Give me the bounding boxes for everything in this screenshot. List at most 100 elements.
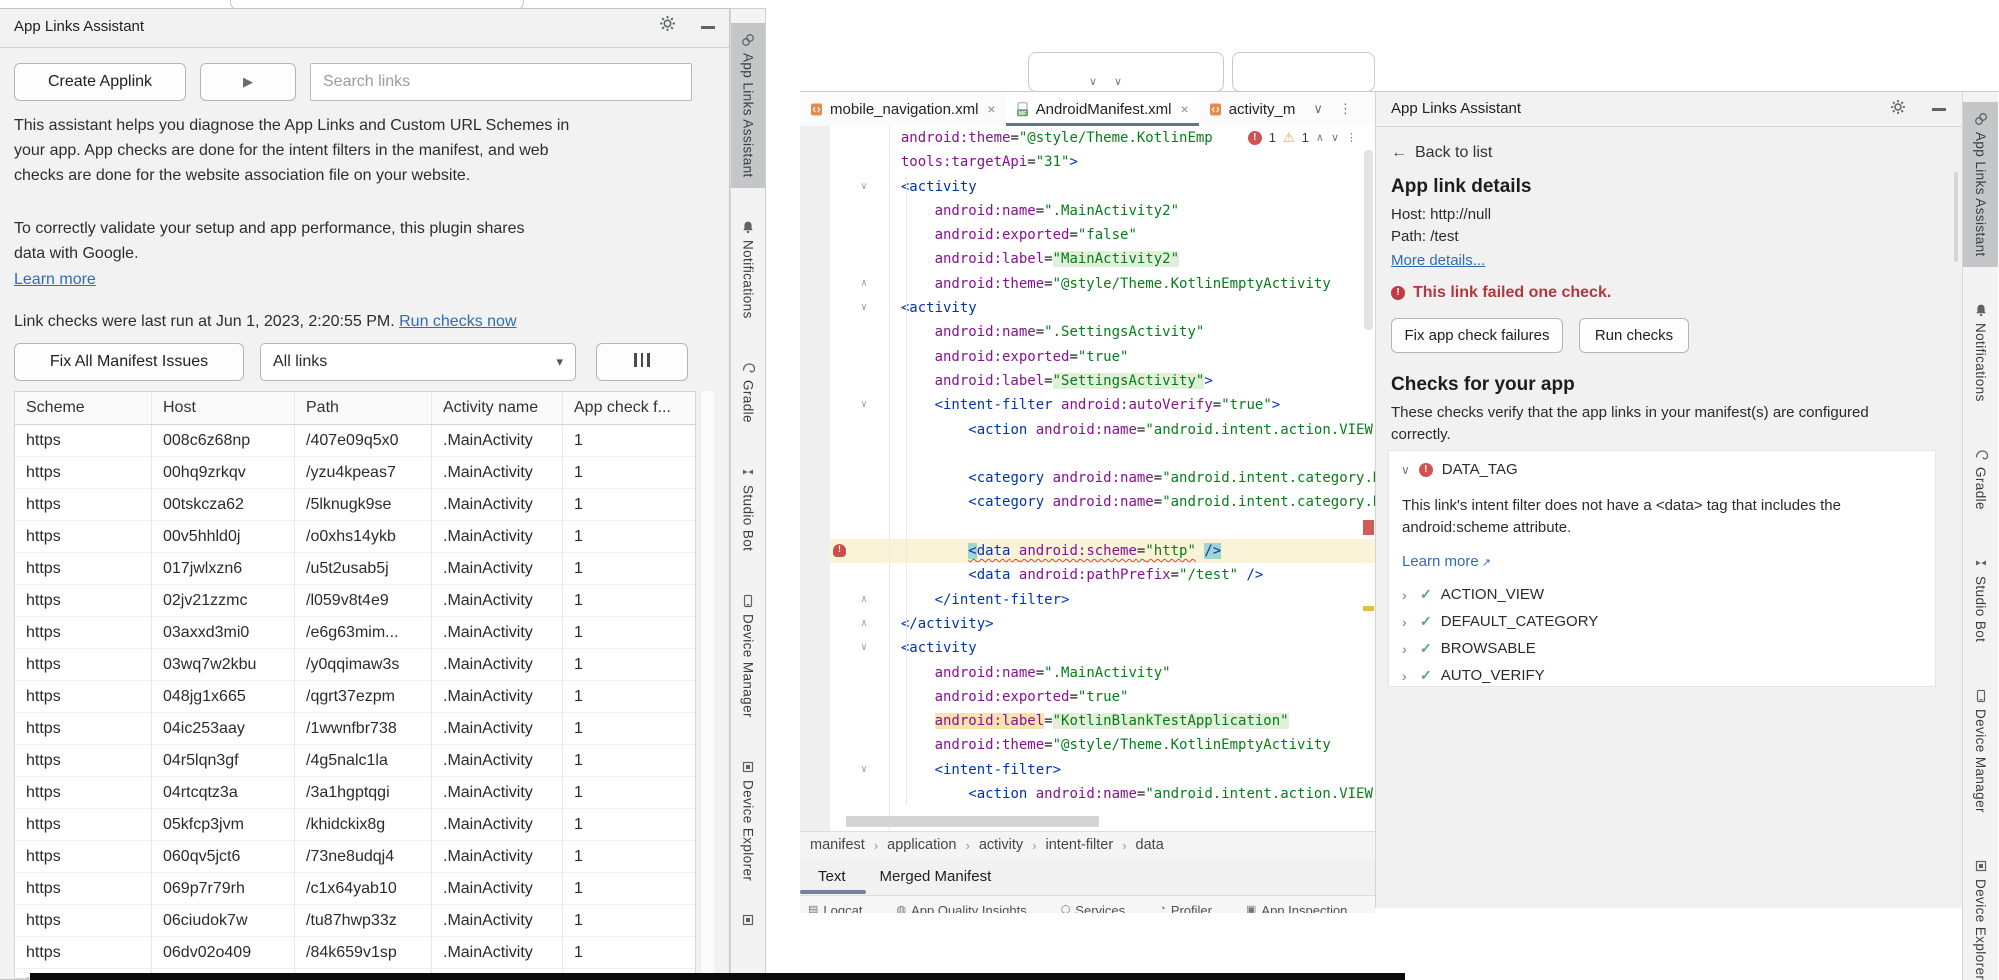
search-input[interactable] [310,63,692,101]
column-header[interactable]: Activity name [431,392,562,424]
table-row[interactable]: https04rtcqtz3a/3a1hgptqgi.MainActivity1 [15,777,695,809]
table-row[interactable]: https06ciudok7w/tu87hwp33z.MainActivity1 [15,905,695,937]
code-line[interactable]: 28 <category android:name="android.inten… [800,490,1375,514]
tool-stripe-item-studio-bot[interactable]: Studio Bot [731,455,765,561]
tool-window-button-logcat[interactable]: ▤Logcat [808,903,862,913]
chevron-right-icon[interactable]: › [1402,587,1411,603]
error-stripe-mark[interactable] [1363,520,1374,535]
gear-icon[interactable] [659,15,681,39]
breadcrumb-item[interactable]: application [887,837,956,853]
error-bulb-icon[interactable]: ! [833,544,846,557]
code-line[interactable]: 14 tools:targetApi="31"> [800,150,1375,174]
breadcrumb-item[interactable]: data [1136,837,1164,853]
chevron-down-icon[interactable]: ∨ [1401,463,1410,477]
check-data-tag[interactable]: ∨ ! DATA_TAG [1401,461,1518,478]
table-row[interactable]: https05kfcp3jvm/khidckix8g.MainActivity1 [15,809,695,841]
code-line[interactable]: 31 <data android:pathPrefix="/test" /> [800,563,1375,587]
code-line[interactable]: 26 [800,442,1375,466]
fold-marker-icon[interactable]: ∧ [856,612,872,636]
code-line[interactable]: 30! <data android:scheme="http" /> [800,539,1375,563]
code-line[interactable]: 38 android:theme="@style/Theme.KotlinEmp… [800,733,1375,757]
tool-stripe-item-gradle[interactable]: Gradle [731,350,765,433]
tool-stripe-item-app-links-assistant[interactable]: App Links Assistant [1963,102,1998,267]
editor-tab-mobile_navigation-xml[interactable]: mobile_navigation.xml× [800,92,1006,126]
close-icon[interactable]: × [1181,101,1189,117]
chevron-right-icon[interactable]: › [1402,668,1411,684]
check-row-browsable[interactable]: ›✓BROWSABLE [1402,635,1925,662]
code-line[interactable]: 19∧ android:theme="@style/Theme.KotlinEm… [800,272,1375,296]
column-header[interactable]: Scheme [15,392,151,424]
fix-all-manifest-issues-button[interactable]: Fix All Manifest Issues [14,343,244,381]
minimize-icon[interactable] [701,26,715,29]
tool-window-button-profiler[interactable]: ◔Profiler [1159,903,1212,913]
bottom-tab-merged-manifest[interactable]: Merged Manifest [880,858,992,895]
prev-issue-icon[interactable]: ∧ [1316,126,1324,150]
back-to-list-link[interactable]: ←Back to list [1391,144,1492,162]
table-row[interactable]: https02jv21zzmc/l059v8t4e9.MainActivity1 [15,585,695,617]
code-line[interactable]: 24∨ <intent-filter android:autoVerify="t… [800,393,1375,417]
code-line[interactable]: 23 android:label="SettingsActivity"> [800,369,1375,393]
editor-tab-activity_m[interactable]: activity_m [1199,92,1306,126]
play-button[interactable]: ▶ [200,63,296,101]
check-row-action_view[interactable]: ›✓ACTION_VIEW [1402,581,1925,608]
code-line[interactable]: 20∨ <activity [800,296,1375,320]
warning-stripe-mark[interactable] [1363,606,1374,611]
chevron-down-icon[interactable]: ∨ [1305,92,1331,126]
fold-marker-icon[interactable]: ∨ [856,758,872,782]
minimize-icon[interactable] [1932,108,1946,111]
kebab-menu-icon[interactable]: ⋮ [1331,92,1360,126]
code-line[interactable]: 18 android:label="MainActivity2" [800,247,1375,271]
table-row[interactable]: https060qv5jct6/73ne8udqj4.MainActivity1 [15,841,695,873]
code-line[interactable]: 35 android:name=".MainActivity" [800,661,1375,685]
column-header[interactable]: Host [151,392,294,424]
code-line[interactable]: 37 android:label="KotlinBlankTestApplica… [800,709,1375,733]
chevron-right-icon[interactable]: › [1402,641,1411,657]
tool-stripe-item-device-explorer[interactable]: Device Explorer [731,750,765,891]
code-line[interactable]: 27 <category android:name="android.inten… [800,466,1375,490]
inspection-widget[interactable]: !1⚠1∧∨⋮ [1242,126,1357,150]
code-line[interactable]: 17 android:exported="false" [800,223,1375,247]
code-line[interactable]: 32∧ </intent-filter> [800,588,1375,612]
breadcrumb-item[interactable]: activity [979,837,1023,853]
code-line[interactable]: 29 [800,515,1375,539]
tool-stripe-item-app-links-assistant[interactable]: App Links Assistant [731,23,765,188]
editor-horizontal-scrollbar[interactable] [846,816,1099,827]
code-line[interactable]: 33∧ </activity> [800,612,1375,636]
kebab-menu-icon[interactable]: ⋮ [1346,126,1357,150]
column-header[interactable]: App check f... [562,392,695,424]
code-line[interactable]: 40 <action android:name="android.intent.… [800,782,1375,806]
breadcrumb-item[interactable]: intent-filter [1046,837,1114,853]
run-checks-button[interactable]: Run checks [1579,318,1689,353]
next-issue-icon[interactable]: ∨ [1331,126,1339,150]
table-row[interactable]: https00tskcza62/5lknugk9se.MainActivity1 [15,489,695,521]
tool-stripe-item-notifications[interactable]: Notifications [1963,293,1998,412]
code-line[interactable]: 25 <action android:name="android.intent.… [800,418,1375,442]
table-row[interactable]: https03axxd3mi0/e6g63mim....MainActivity… [15,617,695,649]
gear-icon[interactable] [1890,99,1912,123]
table-row[interactable]: https017jwlxzn6/u5t2usab5j.MainActivity1 [15,553,695,585]
column-header[interactable]: Path [294,392,431,424]
code-line[interactable]: 15∨ <activity [800,175,1375,199]
fold-marker-icon[interactable]: ∨ [856,636,872,660]
code-line[interactable]: 13 android:theme="@style/Theme.KotlinEmp… [800,126,1375,150]
check-row-auto_verify[interactable]: ›✓AUTO_VERIFY [1402,662,1925,689]
check-row-default_category[interactable]: ›✓DEFAULT_CATEGORY [1402,608,1925,635]
tool-stripe-item-notifications[interactable]: Notifications [731,210,765,329]
learn-more-link[interactable]: Learn more [14,271,96,289]
chevron-right-icon[interactable]: › [1402,614,1411,630]
editor-vertical-scrollbar[interactable] [1364,150,1373,330]
breadcrumb-item[interactable]: manifest [810,837,865,853]
tool-stripe-item-gradle[interactable]: Gradle [1963,437,1998,520]
table-row[interactable]: https00hq9zrkqv/yzu4kpeas7.MainActivity1 [15,457,695,489]
fold-marker-icon[interactable]: ∨ [856,175,872,199]
fold-marker-icon[interactable]: ∨ [856,393,872,417]
table-row[interactable]: https06dv02o409/84k659v1sp.MainActivity1 [15,937,695,969]
create-applink-button[interactable]: Create Applink [14,63,186,101]
tool-stripe-item-device-manager[interactable]: Device Manager [1963,679,1998,823]
code-line[interactable]: 34∨ <activity [800,636,1375,660]
editor-tab-AndroidManifest-xml[interactable]: MFAndroidManifest.xml× [1006,92,1199,126]
code-line[interactable]: 36 android:exported="true" [800,685,1375,709]
fix-app-check-failures-button[interactable]: Fix app check failures [1391,318,1563,353]
table-row[interactable]: https03wq7w2kbu/y0qqimaw3s.MainActivity1 [15,649,695,681]
close-icon[interactable]: × [987,101,995,117]
